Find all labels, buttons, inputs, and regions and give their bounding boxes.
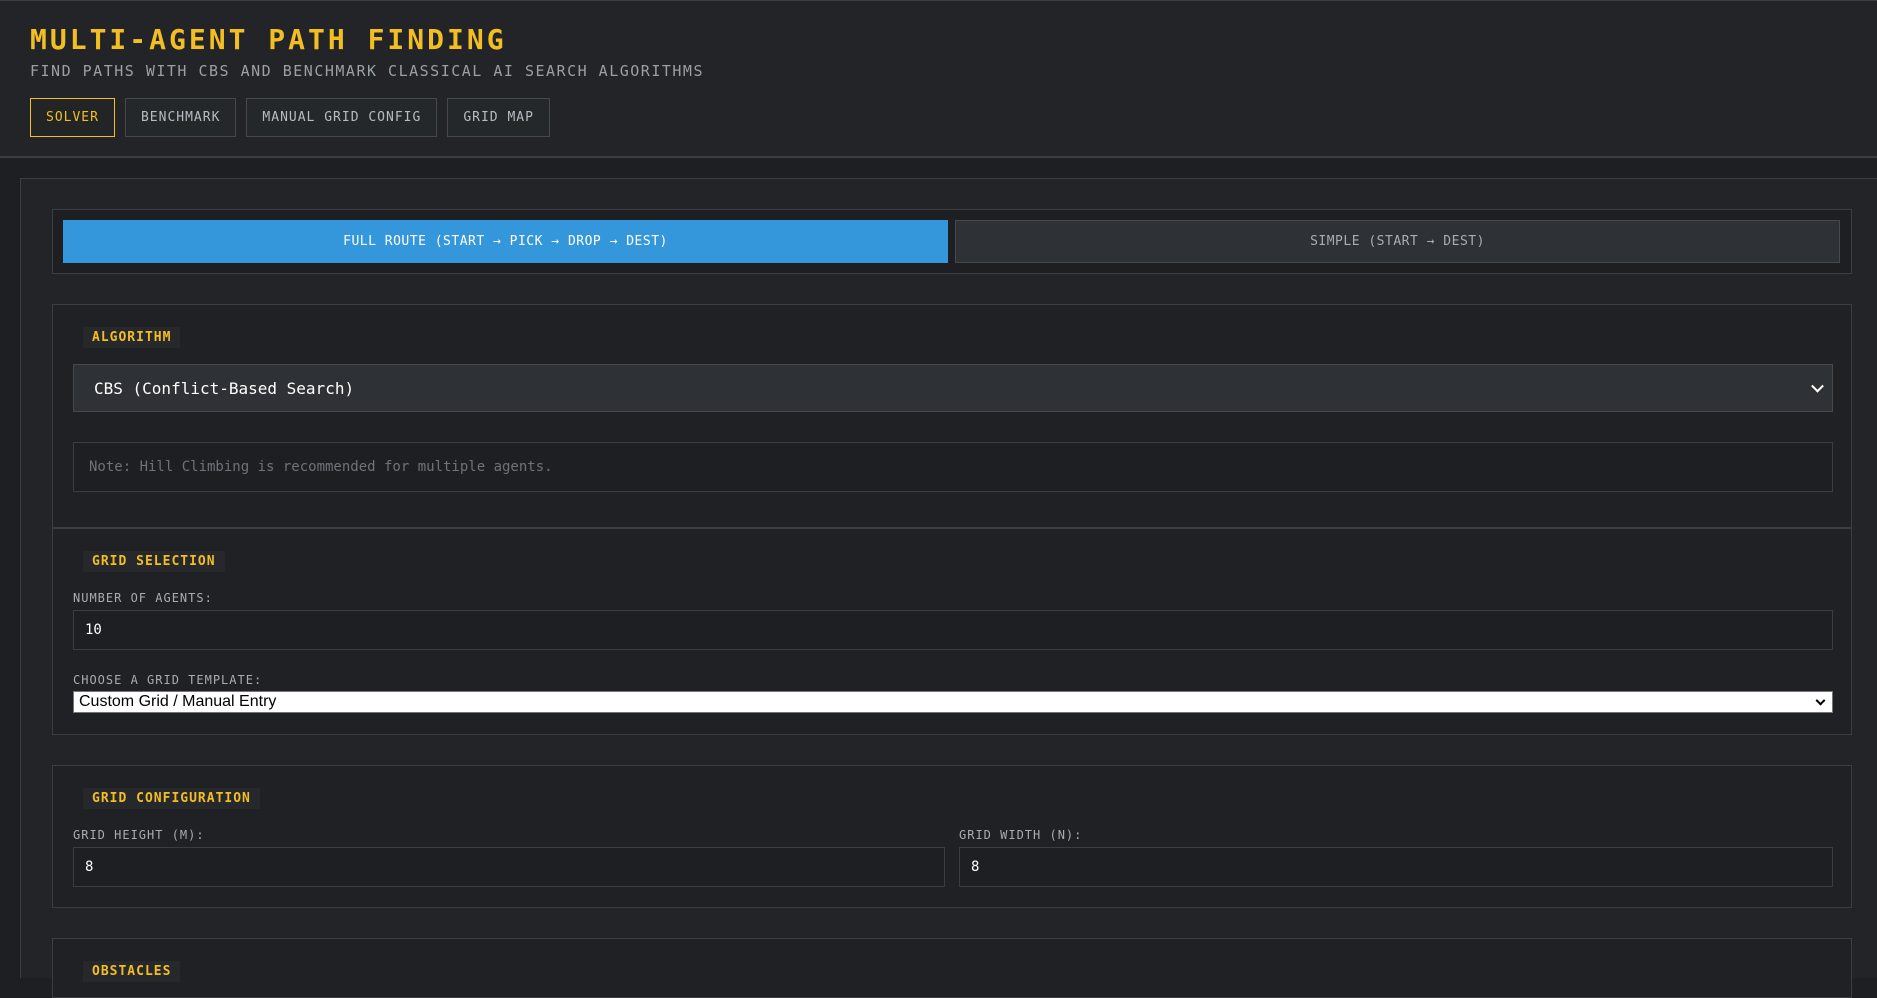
tab-solver[interactable]: SOLVER — [30, 98, 115, 137]
algorithm-note: Note: Hill Climbing is recommended for m… — [73, 442, 1833, 492]
section-title: GRID SELECTION — [83, 551, 225, 572]
grid-width-label: GRID WIDTH (N): — [959, 828, 1083, 842]
app-subtitle: FIND PATHS WITH CBS AND BENCHMARK CLASSI… — [30, 62, 704, 80]
full-route-mode-button[interactable]: FULL ROUTE (START → PICK → DROP → DEST) — [63, 220, 948, 263]
chevron-down-icon — [1811, 379, 1824, 393]
grid-template-select-value: Custom Grid / Manual Entry — [79, 693, 277, 710]
route-mode-switch: FULL ROUTE (START → PICK → DROP → DEST) … — [52, 209, 1852, 274]
grid-template-label: CHOOSE A GRID TEMPLATE: — [73, 673, 263, 687]
tab-manual-grid-config[interactable]: MANUAL GRID CONFIG — [246, 98, 438, 137]
algorithm-section: ALGORITHM CBS (Conflict-Based Search) No… — [52, 304, 1852, 528]
algorithm-select-value: CBS (Conflict-Based Search) — [94, 378, 355, 398]
tab-benchmark[interactable]: BENCHMARK — [124, 98, 237, 137]
section-title: GRID CONFIGURATION — [83, 788, 260, 809]
main-nav: SOLVER BENCHMARK MANUAL GRID CONFIG GRID… — [30, 98, 550, 137]
algorithm-select[interactable]: CBS (Conflict-Based Search) — [73, 364, 1833, 412]
chevron-down-icon — [1815, 695, 1826, 706]
grid-configuration-section: GRID CONFIGURATION GRID HEIGHT (M): 8 GR… — [52, 765, 1852, 908]
grid-width-input[interactable]: 8 — [959, 847, 1833, 887]
grid-selection-section: GRID SELECTION NUMBER OF AGENTS: 10 CHOO… — [52, 528, 1852, 735]
section-title: OBSTACLES — [83, 961, 181, 982]
obstacles-section: OBSTACLES — [52, 938, 1852, 998]
app-title: MULTI-AGENT PATH FINDING — [30, 23, 507, 56]
grid-height-input[interactable]: 8 — [73, 847, 945, 887]
agents-input[interactable]: 10 — [73, 610, 1833, 650]
grid-height-label: GRID HEIGHT (M): — [73, 828, 205, 842]
simple-mode-button[interactable]: SIMPLE (START → DEST) — [955, 220, 1840, 263]
solver-panel: FULL ROUTE (START → PICK → DROP → DEST) … — [20, 178, 1877, 998]
grid-template-select[interactable]: Custom Grid / Manual Entry — [73, 691, 1833, 713]
app-header: MULTI-AGENT PATH FINDING FIND PATHS WITH… — [0, 0, 1877, 158]
section-title: ALGORITHM — [83, 327, 181, 348]
agents-label: NUMBER OF AGENTS: — [73, 591, 213, 605]
tab-grid-map[interactable]: GRID MAP — [447, 98, 550, 137]
